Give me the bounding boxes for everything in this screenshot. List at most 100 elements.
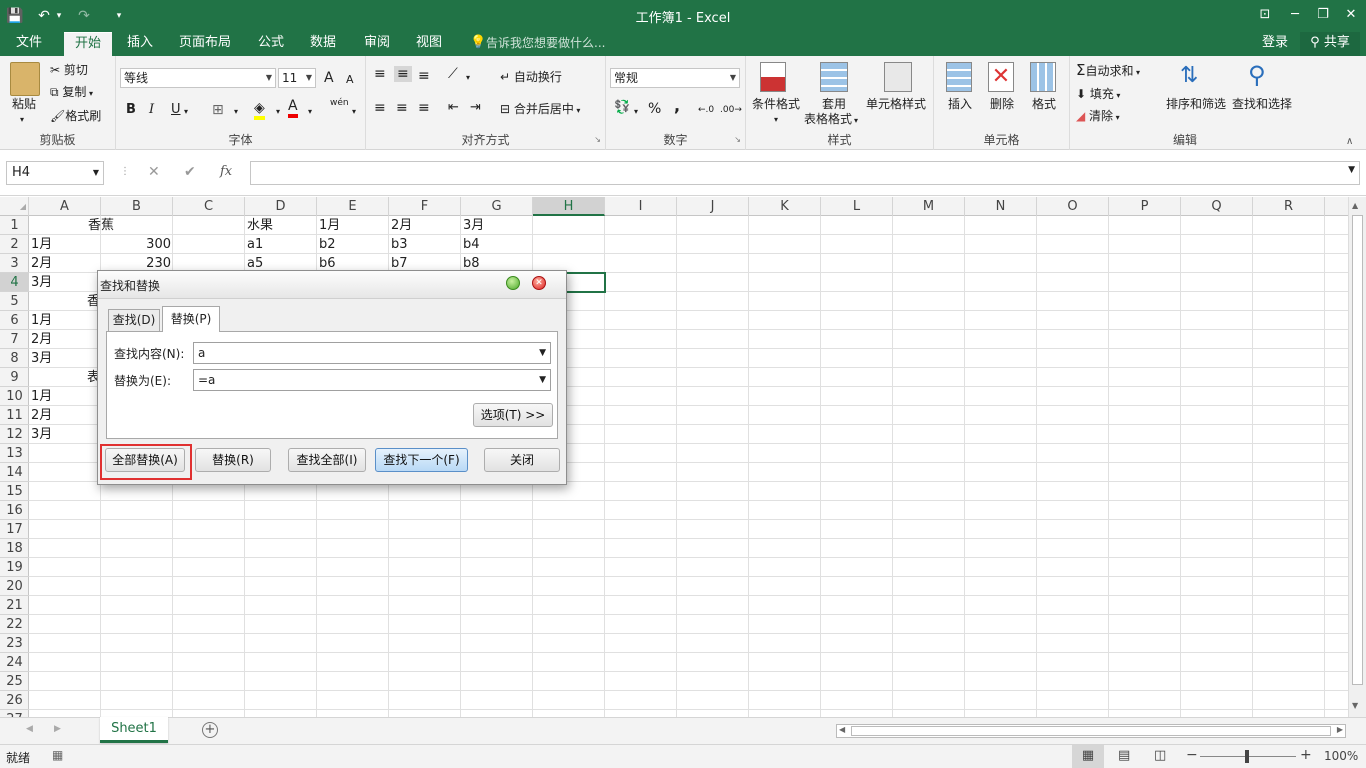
sort-filter-icon[interactable]: ⇅: [1180, 62, 1198, 90]
increase-indent-icon[interactable]: ⇥: [470, 100, 481, 116]
row-header-12[interactable]: 12: [0, 425, 29, 444]
align-right-icon[interactable]: ≡: [418, 100, 430, 116]
cell-a8[interactable]: 3月: [29, 349, 101, 368]
currency-icon[interactable]: 💱: [614, 100, 630, 116]
cell-a12[interactable]: 3月: [29, 425, 101, 444]
col-header-o[interactable]: O: [1037, 197, 1109, 216]
cell-a3[interactable]: 2月: [29, 254, 101, 273]
chevron-down-icon[interactable]: ▼: [93, 162, 99, 184]
underline-dropdown-icon[interactable]: ▾: [184, 104, 188, 120]
minimize-button[interactable]: ─: [1280, 4, 1310, 26]
row-header-9[interactable]: 9: [0, 368, 29, 387]
dialog-close-button[interactable]: 关闭: [484, 448, 560, 472]
row-header-10[interactable]: 10: [0, 387, 29, 406]
find-what-input[interactable]: a ▼: [193, 342, 551, 364]
h-scroll-thumb[interactable]: [851, 726, 1331, 736]
insert-cells-button[interactable]: 插入: [948, 96, 972, 112]
align-left-icon[interactable]: ≡: [374, 100, 386, 116]
cell-g1[interactable]: 3月: [461, 216, 533, 235]
tab-insert[interactable]: 插入: [118, 32, 162, 56]
row-header-18[interactable]: 18: [0, 539, 29, 558]
grow-font-button[interactable]: A: [324, 70, 334, 86]
dialog-title-bar[interactable]: 查找和替换 ✕: [98, 271, 566, 299]
col-header-q[interactable]: Q: [1181, 197, 1253, 216]
tell-me-input[interactable]: 告诉我您想要做什么...: [486, 32, 610, 56]
row-header-15[interactable]: 15: [0, 482, 29, 501]
wrap-text-button[interactable]: ↵ 自动换行: [500, 69, 562, 85]
cut-button[interactable]: ✂ 剪切: [50, 62, 88, 78]
next-sheet-icon[interactable]: ▶: [54, 724, 61, 734]
name-box[interactable]: H4 ▼: [6, 161, 104, 185]
cancel-entry-icon[interactable]: ✕: [148, 164, 160, 180]
paste-dropdown-icon[interactable]: ▾: [20, 112, 24, 128]
col-header-h[interactable]: H: [533, 197, 605, 216]
col-header-n[interactable]: N: [965, 197, 1037, 216]
vertical-scrollbar[interactable]: ▲ ▼: [1348, 197, 1366, 717]
cell-a2[interactable]: 1月: [29, 235, 101, 254]
scroll-thumb[interactable]: [1352, 215, 1363, 685]
row-header-20[interactable]: 20: [0, 577, 29, 596]
horizontal-scrollbar[interactable]: ◀ ▶: [836, 724, 1346, 738]
save-icon[interactable]: 💾: [4, 6, 26, 26]
paste-button[interactable]: 粘贴: [12, 96, 36, 112]
align-center-icon[interactable]: ≡: [396, 100, 408, 116]
underline-button[interactable]: U: [171, 102, 181, 118]
cell-f2[interactable]: b3: [389, 235, 461, 254]
col-header-j[interactable]: J: [677, 197, 749, 216]
col-header-l[interactable]: L: [821, 197, 893, 216]
fill-dropdown-icon[interactable]: ▾: [1114, 91, 1120, 100]
select-all-button[interactable]: ◢: [0, 197, 29, 216]
row-header-21[interactable]: 21: [0, 596, 29, 615]
table-format-icon[interactable]: [820, 62, 848, 92]
percent-button[interactable]: %: [648, 101, 661, 117]
row-header-5[interactable]: 5: [0, 292, 29, 311]
copy-button[interactable]: ⧉ 复制 ▾: [50, 84, 93, 102]
macro-record-icon[interactable]: ▦: [52, 748, 63, 762]
align-top-icon[interactable]: ≡: [374, 66, 386, 82]
chevron-down-icon[interactable]: ▼: [539, 343, 546, 363]
col-header-b[interactable]: B: [101, 197, 173, 216]
scroll-up-icon[interactable]: ▲: [1352, 201, 1358, 210]
format-cells-button[interactable]: 格式: [1032, 96, 1056, 112]
zoom-level[interactable]: 100%: [1324, 749, 1358, 763]
col-header-m[interactable]: M: [893, 197, 965, 216]
normal-view-icon[interactable]: ▦: [1072, 745, 1104, 768]
font-name-combo[interactable]: 等线 ▼: [120, 68, 276, 88]
table-format-dropdown-icon[interactable]: ▾: [854, 113, 858, 129]
share-button[interactable]: ⚲ 共享: [1300, 32, 1360, 56]
comma-button[interactable]: ,: [674, 98, 680, 114]
replace-with-input[interactable]: =a ▼: [193, 369, 551, 391]
cell-e1[interactable]: 1月: [317, 216, 389, 235]
cell-styles-button[interactable]: 单元格样式: [866, 96, 926, 112]
undo-dropdown-icon[interactable]: ▾: [54, 6, 64, 26]
col-header-i[interactable]: I: [605, 197, 677, 216]
decrease-decimal-icon[interactable]: .00→: [720, 102, 742, 118]
row-header-1[interactable]: 1: [0, 216, 29, 235]
fill-dropdown-icon[interactable]: ▾: [276, 104, 280, 120]
add-sheet-icon[interactable]: +: [202, 722, 218, 738]
cell-b1[interactable]: 香蕉: [29, 216, 173, 235]
zoom-out-button[interactable]: −: [1186, 747, 1198, 763]
number-format-combo[interactable]: 常规 ▼: [610, 68, 740, 88]
dialog-tab-find[interactable]: 查找(D): [108, 309, 160, 331]
scroll-down-icon[interactable]: ▼: [1352, 701, 1358, 710]
fill-button[interactable]: ⬇ 填充 ▾: [1076, 86, 1120, 104]
autosum-dropdown-icon[interactable]: ▾: [1134, 68, 1140, 77]
merge-dropdown-icon[interactable]: ▾: [574, 106, 580, 115]
cell-g2[interactable]: b4: [461, 235, 533, 254]
row-header-13[interactable]: 13: [0, 444, 29, 463]
row-header-14[interactable]: 14: [0, 463, 29, 482]
cell-f1[interactable]: 2月: [389, 216, 461, 235]
page-break-view-icon[interactable]: ◫: [1154, 748, 1166, 763]
row-header-26[interactable]: 26: [0, 691, 29, 710]
undo-icon[interactable]: ↶: [34, 6, 54, 26]
expand-formula-icon[interactable]: ▼: [1348, 165, 1355, 175]
row-header-22[interactable]: 22: [0, 615, 29, 634]
row-header-17[interactable]: 17: [0, 520, 29, 539]
row-header-16[interactable]: 16: [0, 501, 29, 520]
format-as-table-line1[interactable]: 套用: [822, 96, 846, 112]
row-header-2[interactable]: 2: [0, 235, 29, 254]
cell-a11[interactable]: 2月: [29, 406, 101, 425]
tab-page-layout[interactable]: 页面布局: [172, 32, 238, 56]
cell-d1[interactable]: 水果: [245, 216, 317, 235]
